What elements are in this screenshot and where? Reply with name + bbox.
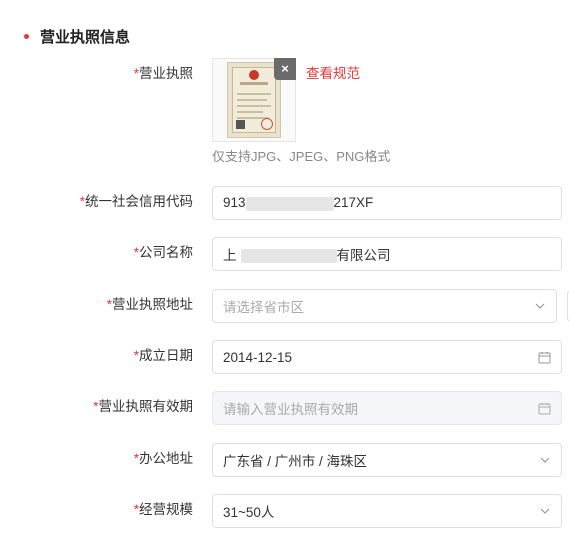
established-date-label: *成立日期 [133,348,193,363]
license-validity-label: *营业执照有效期 [93,399,193,414]
format-hint: 仅支持JPG、JPEG、PNG格式 [212,149,391,164]
calendar-icon [538,341,551,373]
business-scale-label: *经营规模 [133,502,193,517]
section-header: 营业执照信息 [24,24,130,48]
delete-image-button[interactable]: × [274,58,296,80]
office-address-label: *办公地址 [133,451,193,466]
calendar-icon [538,392,551,424]
redacted-block [245,196,334,211]
license-address-label: *营业执照地址 [106,297,193,312]
license-upload[interactable]: × [212,58,296,142]
license-label: *营业执照 [133,66,193,81]
credit-code-label: *统一社会信用代码 [79,194,193,209]
chevron-down-icon [539,444,551,476]
license-address-select[interactable]: 请选择省市区 [212,289,557,323]
credit-code-input[interactable]: 913 217XF [212,186,562,220]
view-spec-link[interactable]: 查看规范 [306,64,360,84]
bullet-dot-icon [24,33,29,39]
redacted-block [240,249,337,264]
section-title: 营业执照信息 [40,28,131,46]
office-address-select[interactable]: 广东省 / 广州市 / 海珠区 [212,443,562,477]
company-name-label: *公司名称 [133,245,193,260]
license-thumbnail[interactable] [227,62,281,138]
established-date-picker[interactable]: 2014-12-15 [212,340,562,374]
company-name-input[interactable]: 上有限公司 [212,237,562,271]
business-scale-select[interactable]: 31~50人 [212,494,562,528]
chevron-down-icon [534,290,546,322]
chevron-down-icon [539,495,551,527]
license-validity-picker: 请输入营业执照有效期 [212,391,562,425]
